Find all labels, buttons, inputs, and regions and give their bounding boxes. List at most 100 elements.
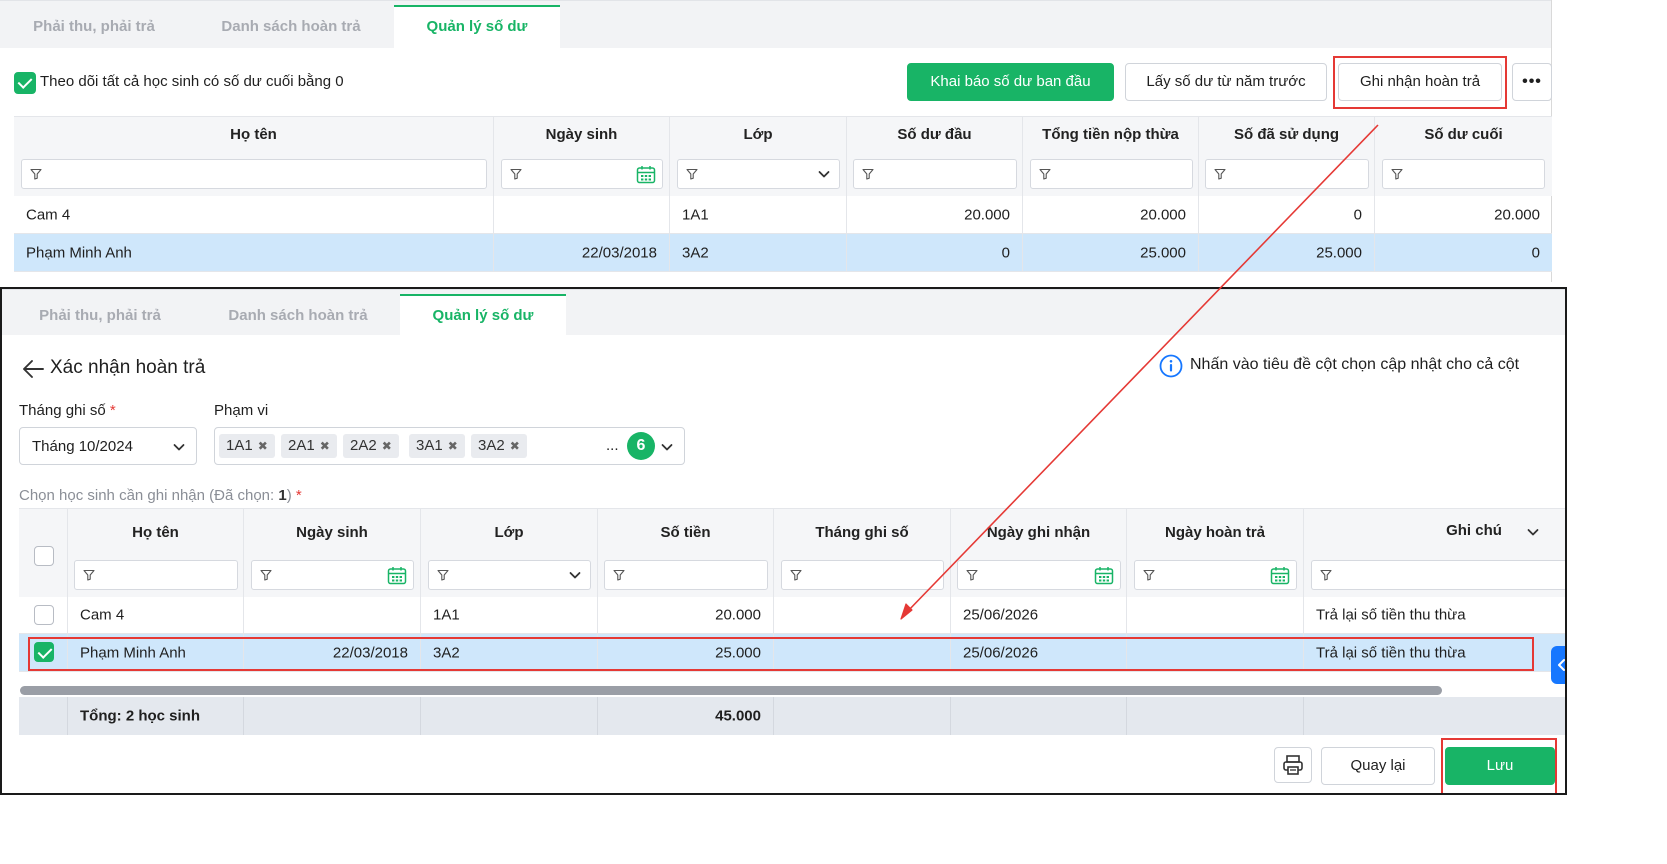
tab-refund-list[interactable]: Danh sách hoàn trả [192,5,390,49]
filter-name-input[interactable] [21,159,487,189]
col-header-select[interactable] [19,509,68,597]
scope-chip[interactable]: 2A2 ✖ [343,434,399,458]
track-zero-balance-checkbox[interactable] [14,72,36,94]
declare-initial-balance-button[interactable]: Khai báo số dư ban đầu [907,63,1114,101]
close-icon[interactable]: ✖ [320,439,330,453]
filter-name-input[interactable] [74,560,238,590]
col-header-class[interactable]: Lớp [421,509,598,597]
chevron-down-icon[interactable] [568,568,582,582]
col-header-opening-balance[interactable]: Số dư đầu [847,117,1023,196]
table-row[interactable]: Phạm Minh Anh 22/03/2018 3A2 25.000 25/0… [19,634,1565,672]
back-button[interactable]: Quay lại [1321,747,1435,785]
col-header-month[interactable]: Tháng ghi số [774,509,951,597]
back-arrow-icon[interactable] [22,359,44,379]
col-header-dob[interactable]: Ngày sinh [244,509,421,597]
filter-icon [1143,569,1155,581]
scope-chip[interactable]: 1A1 ✖ [219,434,275,458]
filter-record-date-input[interactable] [957,560,1121,590]
close-icon[interactable]: ✖ [510,439,520,453]
calendar-icon[interactable] [387,566,407,585]
month-select[interactable]: Tháng 10/2024 [19,427,197,465]
filter-icon [437,569,449,581]
col-header-name[interactable]: Họ tên [14,117,494,196]
col-header-name[interactable]: Họ tên [68,509,244,597]
chevron-down-icon [660,440,674,454]
scope-chip[interactable]: 2A1 ✖ [281,434,337,458]
page-title: Xác nhận hoàn trả [50,357,206,378]
cell-closing: 0 [1531,244,1540,261]
month-value: Tháng 10/2024 [32,438,133,455]
table-row[interactable]: Cam 4 1A1 20.000 20.000 0 20.000 [14,196,1552,234]
chevron-down-icon[interactable] [817,167,831,181]
more-options-button[interactable]: ••• [1512,63,1552,101]
cell-class: 1A1 [682,206,709,223]
filter-icon [510,168,522,180]
cell-closing: 20.000 [1494,206,1540,223]
col-header-class[interactable]: Lớp [670,117,847,196]
tab-balance-management[interactable]: Quản lý số dư [394,5,560,49]
scope-multiselect[interactable]: 1A1 ✖ 2A1 ✖ 2A2 ✖ 3A1 ✖ 3A2 ✖ ... 6 [214,427,685,465]
filter-used-input[interactable] [1205,159,1369,189]
close-icon[interactable]: ✖ [448,439,458,453]
chevron-down-icon[interactable] [1526,525,1540,539]
filter-class-select[interactable] [677,159,840,189]
col-header-overpaid[interactable]: Tổng tiền nộp thừa [1023,117,1199,196]
filter-note-input[interactable] [1311,560,1565,590]
cell-used: 0 [1353,206,1362,223]
filter-amount-input[interactable] [604,560,768,590]
close-icon[interactable]: ✖ [258,439,268,453]
filter-dob-input[interactable] [501,159,663,189]
print-button[interactable] [1274,747,1312,783]
cell-record-date: 25/06/2026 [963,606,1039,624]
filter-icon [790,569,802,581]
refund-confirm-panel: Phải thu, phải trả Danh sách hoàn trả Qu… [0,287,1567,795]
save-button[interactable]: Lưu [1445,747,1555,785]
row-checkbox[interactable] [34,642,54,662]
filter-closing-input[interactable] [1382,159,1545,189]
table-row[interactable]: Cam 4 1A1 20.000 25/06/2026 Trả lại số t… [19,597,1565,634]
scope-chip[interactable]: 3A1 ✖ [409,434,465,458]
filter-icon [686,168,698,180]
filter-icon [1320,569,1332,581]
col-header-used[interactable]: Số đã sử dụng [1199,117,1375,196]
filter-dob-input[interactable] [251,560,414,590]
close-icon[interactable]: ✖ [382,439,392,453]
col-header-refund-date[interactable]: Ngày hoàn trả [1127,509,1304,597]
scope-chip[interactable]: 3A2 ✖ [471,434,527,458]
select-all-checkbox[interactable] [34,546,54,566]
horizontal-scrollbar[interactable] [20,686,1442,695]
row-checkbox[interactable] [34,605,54,625]
col-header-dob[interactable]: Ngày sinh [494,117,670,196]
tab-refund-list[interactable]: Danh sách hoàn trả [198,294,398,338]
calendar-icon[interactable] [636,165,656,184]
filter-icon [1039,168,1051,180]
col-header-note[interactable]: Ghi chú [1304,509,1565,597]
tab-receivables[interactable]: Phải thu, phải trả [0,5,188,49]
record-refund-button[interactable]: Ghi nhận hoàn trả [1338,63,1502,101]
table-row[interactable]: Phạm Minh Anh 22/03/2018 3A2 0 25.000 25… [14,234,1552,272]
printer-icon [1283,755,1303,775]
filter-class-select[interactable] [428,560,591,590]
filter-overpaid-input[interactable] [1030,159,1193,189]
cell-used: 25.000 [1316,244,1362,261]
filter-icon [260,569,272,581]
tab-bar: Phải thu, phải trả Danh sách hoàn trả Qu… [0,0,1551,49]
side-panel-handle[interactable] [1551,646,1565,684]
total-label: Tổng: 2 học sinh [80,707,200,725]
col-header-record-date[interactable]: Ngày ghi nhận [951,509,1127,597]
cell-class: 3A2 [433,644,460,661]
col-header-closing-balance[interactable]: Số dư cuối [1375,117,1552,196]
filter-refund-date-input[interactable] [1134,560,1297,590]
filter-month-input[interactable] [781,560,944,590]
filter-icon [613,569,625,581]
filter-opening-input[interactable] [853,159,1017,189]
month-label: Tháng ghi số * [19,402,116,419]
calendar-icon[interactable] [1270,566,1290,585]
chevron-left-icon [1558,659,1565,671]
get-previous-year-balance-button[interactable]: Lấy số dư từ năm trước [1125,63,1327,101]
calendar-icon[interactable] [1094,566,1114,585]
col-header-amount[interactable]: Số tiền [598,509,774,597]
tab-balance-management[interactable]: Quản lý số dư [400,294,566,338]
tab-receivables[interactable]: Phải thu, phải trả [6,294,194,338]
cell-dob: 22/03/2018 [332,644,408,661]
